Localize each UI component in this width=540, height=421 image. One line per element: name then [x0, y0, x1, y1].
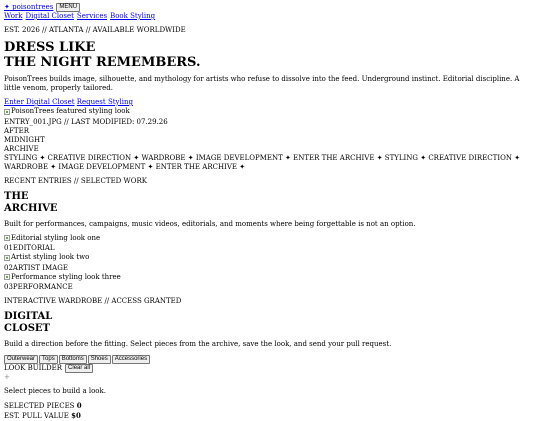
featured-stack-after: AFTER [4, 126, 29, 135]
archive-entry-number: 01 [4, 244, 13, 252]
look-builder-empty-text: Select pieces to build a look. [4, 387, 106, 395]
archive-entry-image: Performance styling look three [4, 273, 121, 282]
hero-cta-group: Enter Digital Closet Request Styling [4, 98, 536, 107]
filter-accessories-button[interactable]: Accessories [111, 355, 151, 364]
filter-bottoms-button[interactable]: Bottoms [58, 355, 87, 364]
archive-entry-alt: Performance styling look three [11, 272, 121, 281]
filter-shoes-button[interactable]: Shoes [87, 355, 111, 364]
brand-link[interactable]: ✦ poisontrees [4, 3, 53, 12]
brand-name: poisontrees [12, 3, 54, 11]
filter-outerwear-button[interactable]: Outerwear [4, 355, 39, 364]
archive-eyebrow: RECENT ENTRIES // SELECTED WORK [4, 176, 147, 185]
clear-all-button[interactable]: Clear all [65, 364, 94, 373]
look-builder-label: LOOK BUILDER [4, 364, 63, 372]
pull-value-amount: $0 [71, 411, 81, 420]
ticker: STYLING ✦ CREATIVE DIRECTION ✦ WARDROBE … [4, 153, 521, 171]
nav-services[interactable]: Services [77, 12, 107, 20]
archive-description: Built for performances, campaigns, music… [4, 219, 416, 228]
archive-entry-number: 03 [4, 283, 13, 291]
hero-title-line-1: DRESS LIKE [4, 40, 96, 55]
featured-stack-midnight: MIDNIGHT [4, 135, 45, 144]
selected-pieces: SELECTED PIECES 0 [4, 401, 536, 411]
hero-title-line-2: THE NIGHT REMEMBERS. [4, 55, 201, 70]
closet-title-line-1: DIGITAL [4, 311, 53, 322]
featured-entry: ENTRY_001.JPG // LAST MODIFIED: 07.29.26 [4, 117, 168, 126]
archive-entry-number: 02 [4, 263, 13, 272]
archive-entry[interactable]: Artist styling look two 02ARTIST IMAGE [4, 253, 536, 273]
archive-entry-label: ARTIST IMAGE [12, 263, 68, 272]
closet-eyebrow: INTERACTIVE WARDROBE // ACCESS GRANTED [4, 297, 182, 305]
main-nav: Work Digital Closet Services Book Styling [4, 12, 536, 21]
archive-title-line-2: ARCHIVE [4, 202, 58, 214]
archive-entry-image: Editorial styling look one [4, 234, 100, 243]
hero-description: PoisonTrees builds image, silhouette, an… [4, 75, 520, 92]
pull-value-label: EST. PULL VALUE [4, 412, 69, 420]
featured-image: PoisonTrees featured styling look [4, 107, 130, 116]
filter-tops-button[interactable]: Tops [39, 355, 58, 364]
enter-closet-link[interactable]: Enter Digital Closet [4, 98, 75, 106]
menu-button[interactable]: MENU [56, 3, 81, 12]
archive-entry-label: EDITORIAL [12, 244, 55, 252]
archive-entry-alt: Artist styling look two [11, 253, 90, 261]
broken-image-icon [4, 235, 10, 241]
nav-digital-closet[interactable]: Digital Closet [26, 12, 74, 20]
featured-stack-archive: ARCHIVE [4, 144, 39, 153]
hero-title: DRESS LIKE THE NIGHT REMEMBERS. [4, 40, 536, 70]
archive-title-line-1: THE [4, 190, 29, 202]
pull-value: EST. PULL VALUE $0 [4, 411, 536, 421]
broken-image-icon [4, 274, 10, 280]
sparkle-icon: ✦ [4, 3, 10, 11]
archive-title: THE ARCHIVE [4, 191, 536, 215]
archive-entry-image: Artist styling look two [4, 253, 89, 262]
closet-description: Build a direction before the fitting. Se… [4, 340, 392, 348]
broken-image-icon [4, 108, 10, 115]
meta-line: EST. 2026 // ATLANTA // AVAILABLE WORLDW… [4, 26, 186, 34]
selected-pieces-count: 0 [76, 401, 82, 410]
archive-entry-alt: Editorial styling look one [11, 233, 101, 242]
nav-work[interactable]: Work [4, 12, 23, 20]
plus-icon: + [4, 373, 10, 381]
request-styling-link[interactable]: Request Styling [77, 98, 133, 106]
selected-pieces-label: SELECTED PIECES [4, 402, 75, 410]
page: ✦ poisontrees MENU Work Digital Closet Ser… [0, 0, 540, 421]
look-builder-header: LOOK BUILDER Clear all [4, 364, 536, 373]
archive-entry[interactable]: Editorial styling look one 01EDITORIAL [4, 234, 536, 254]
archive-entry-label: PERFORMANCE [12, 283, 73, 291]
featured-image-alt: PoisonTrees featured styling look [11, 107, 130, 115]
broken-image-icon [4, 254, 10, 261]
closet-title-line-2: CLOSET [4, 323, 50, 334]
archive-entry[interactable]: Performance styling look three 03PERFORM… [4, 273, 536, 293]
nav-book-styling[interactable]: Book Styling [110, 12, 155, 20]
closet-filters: Outerwear Tops Bottoms Shoes Accessories [4, 354, 536, 364]
site-header: ✦ poisontrees MENU [4, 3, 536, 12]
closet-title: DIGITAL CLOSET [4, 311, 536, 335]
